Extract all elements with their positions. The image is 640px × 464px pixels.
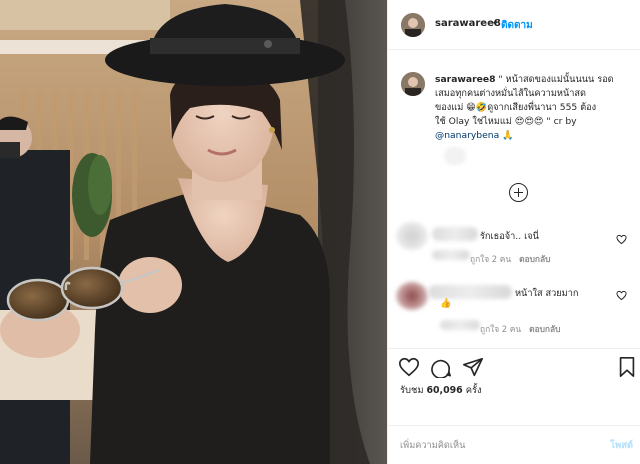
post-video[interactable] — [0, 0, 388, 464]
comment-bubble-icon[interactable] — [430, 356, 452, 378]
bookmark-icon[interactable] — [616, 356, 638, 378]
separator-dot: • — [492, 18, 498, 29]
author-avatar[interactable] — [401, 13, 425, 37]
comment-time-blurred — [440, 320, 480, 330]
post-caption: sarawaree8 " หน้าสดของแม่นั้นนนน รอด เสม… — [435, 73, 631, 143]
view-count[interactable]: รับชม 60,096 ครั้ง — [400, 383, 482, 398]
divider — [388, 348, 640, 349]
caption-mention-suffix: 🙏 — [499, 130, 514, 141]
comment-text: หน้าใส สวยมาก — [515, 288, 579, 299]
comment-likes[interactable]: ถูกใจ 2 คน — [470, 254, 511, 264]
action-bar — [388, 356, 640, 382]
comment-text: รักเธอจ้า.. เจนี่ — [480, 231, 539, 242]
heart-icon[interactable] — [616, 234, 627, 245]
post-comment-button[interactable]: โพสต์ — [610, 438, 633, 453]
comment-time-blurred — [432, 250, 470, 260]
comment-meta: ถูกใจ 2 คน ตอบกลับ — [470, 252, 550, 266]
plus-circle-icon[interactable] — [509, 183, 528, 202]
post-side-panel: sarawaree8 • ติดตาม sarawaree8 " หน้าสดข… — [388, 0, 640, 464]
views-label: รับชม — [400, 385, 424, 396]
paper-plane-icon[interactable] — [462, 356, 484, 378]
comment-text-emoji: 👍 — [440, 298, 452, 309]
views-number: 60,096 — [426, 385, 463, 396]
heart-icon[interactable] — [398, 356, 420, 378]
caption-mention[interactable]: @nanarybena — [435, 130, 499, 141]
comment-input[interactable] — [400, 436, 580, 454]
commenter-name-blurred — [428, 285, 512, 299]
reply-button[interactable]: ตอบกลับ — [529, 324, 560, 334]
caption-line-2: เสมอทุกคนต่างหมั่นไส้ในความหน้าสด — [435, 88, 586, 99]
caption-line-3: ของแม่ 😁🤣ดูจากเสียงพี่นานา 555 ต้อง — [435, 102, 597, 113]
heart-icon[interactable] — [616, 290, 627, 301]
commenter-avatar-blurred — [396, 222, 428, 250]
caption-line-1: " หน้าสดของแม่นั้นนนน รอด — [495, 74, 614, 85]
add-comment-form: โพสต์ — [388, 426, 640, 464]
blurred-content — [444, 147, 466, 165]
video-frame — [0, 0, 387, 464]
author-username[interactable]: sarawaree8 — [435, 18, 501, 29]
caption-avatar[interactable] — [401, 72, 425, 96]
comment-likes[interactable]: ถูกใจ 2 คน — [480, 324, 521, 334]
reply-button[interactable]: ตอบกลับ — [519, 254, 550, 264]
caption-line-4: ใช้ Olay ใช่ไหมแม่ 😍😍😍 " cr by — [435, 116, 577, 127]
caption-username[interactable]: sarawaree8 — [435, 74, 495, 85]
commenter-name-blurred — [432, 227, 478, 241]
comment-meta: ถูกใจ 2 คน ตอบกลับ — [480, 322, 560, 336]
follow-button[interactable]: ติดตาม — [501, 18, 533, 33]
post-header: sarawaree8 • ติดตาม — [388, 0, 640, 50]
commenter-avatar-blurred — [396, 282, 428, 310]
views-unit: ครั้ง — [465, 385, 482, 396]
